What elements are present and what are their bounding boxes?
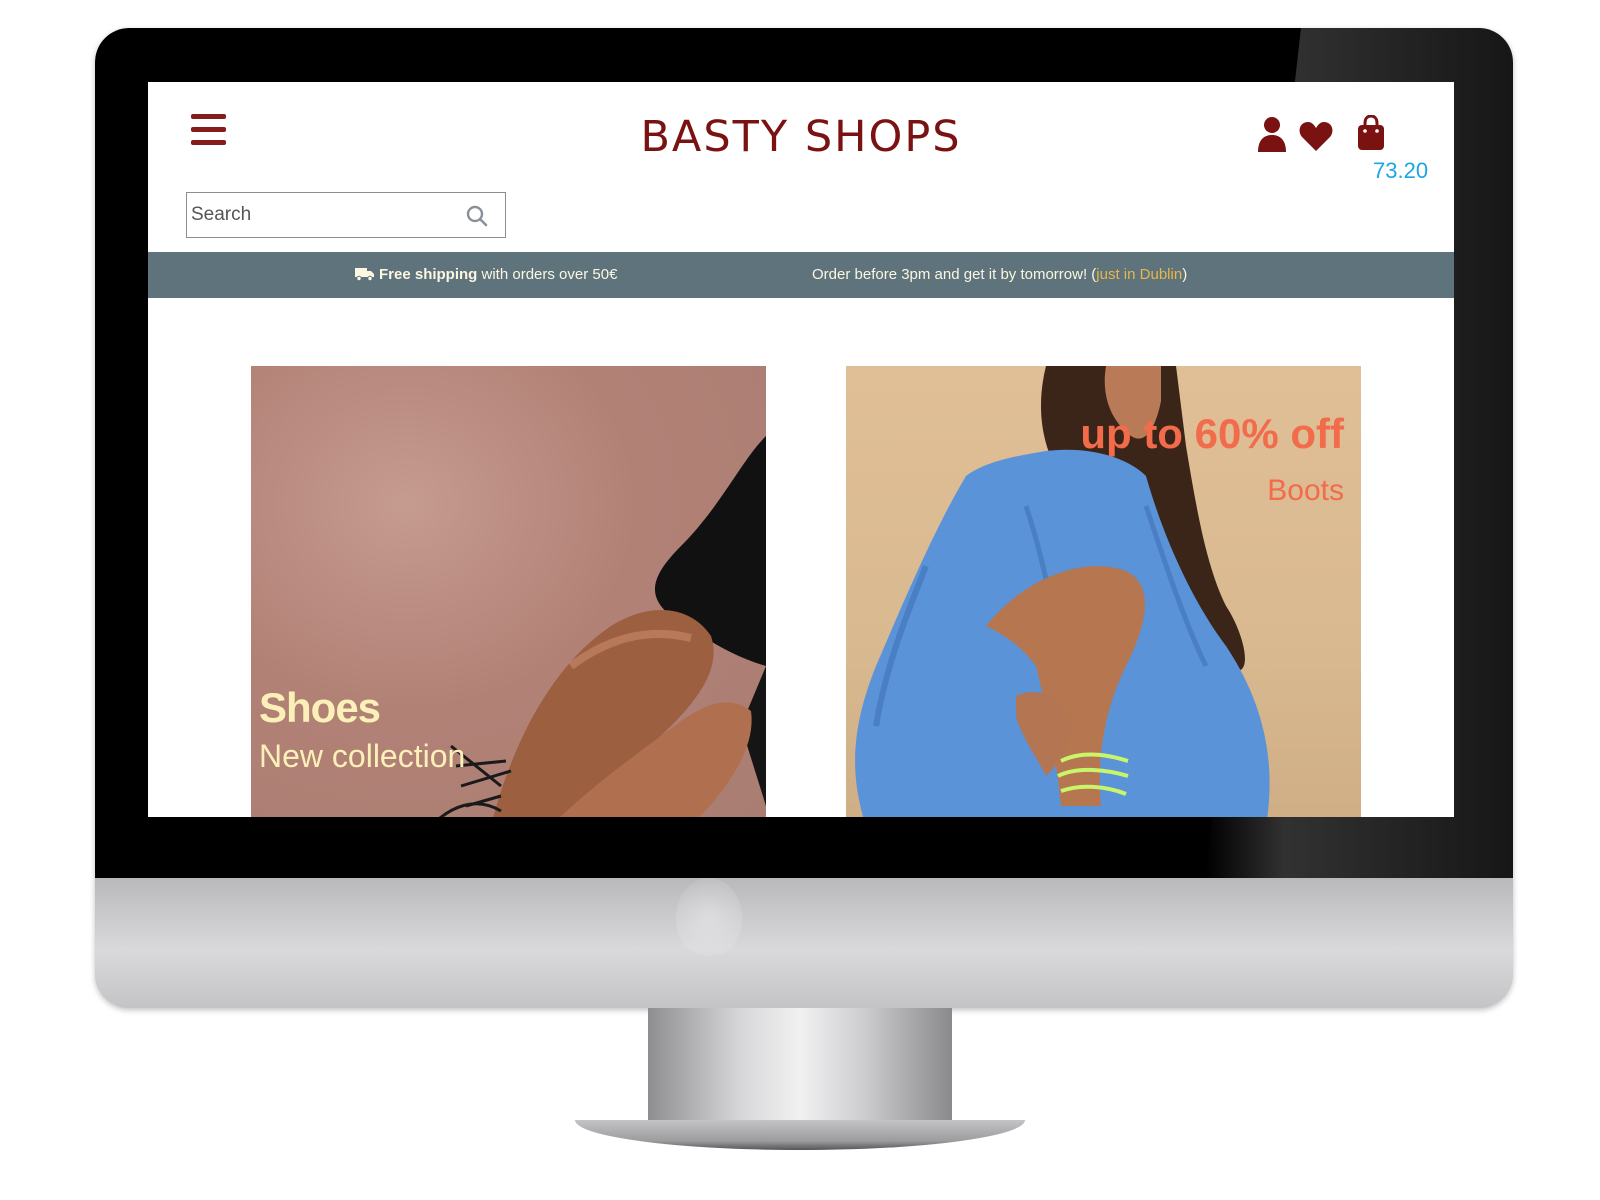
cart-total[interactable]: 73.20 [1373,158,1453,184]
shoes-banner-subtitle: New collection [259,738,466,774]
boots-banner-subtitle: Boots [1267,474,1344,507]
website-screen: BASTY SHOPS 73.20 Free shipping with ord… [148,82,1454,817]
monitor-chin [95,878,1513,1008]
user-icon[interactable] [1256,116,1288,152]
delivery-location: just in Dublin [1096,266,1183,283]
free-shipping-label: Free shipping [379,266,478,283]
search-box[interactable] [186,192,506,238]
boots-banner-title: up to 60% off [1080,410,1344,457]
free-shipping-text: with orders over 50€ [477,266,618,283]
promo-bar: Free shipping with orders over 50€ Order… [148,252,1454,298]
search-icon[interactable] [465,204,489,228]
delivery-notice: Order before 3pm and get it by tomorrow!… [812,266,1187,283]
heart-icon[interactable] [1299,118,1333,154]
search-input[interactable] [191,193,461,237]
shopping-bag-icon[interactable] [1357,115,1385,151]
delivery-text: Order before 3pm and get it by tomorrow!… [812,266,1097,283]
monitor-base [575,1120,1025,1150]
delivery-close: ) [1182,266,1188,283]
monitor-stand [648,1008,952,1138]
shoes-banner-title: Shoes [259,684,381,731]
free-shipping-notice: Free shipping with orders over 50€ [355,266,617,283]
truck-icon [355,268,374,281]
apple-logo-icon [676,878,742,956]
shoes-banner[interactable]: Shoes New collection [251,366,766,817]
boots-banner[interactable]: up to 60% off Boots [846,366,1361,817]
